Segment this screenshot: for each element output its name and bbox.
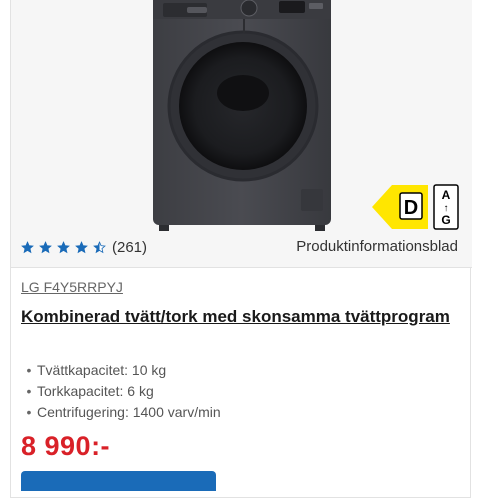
review-count[interactable]: (261) <box>112 239 147 256</box>
product-title[interactable]: Kombinerad tvätt/tork med skonsamma tvät… <box>21 305 451 329</box>
star-full-icon <box>75 240 88 253</box>
star-half-icon <box>93 240 106 253</box>
star-full-icon <box>39 240 52 253</box>
energy-class-letter: D <box>404 197 418 219</box>
spec-item: • Centrifugering: 1400 varv/min <box>21 402 221 423</box>
rating-stars <box>21 240 106 254</box>
product-datasheet-link[interactable]: Produktinformationsblad <box>296 237 458 257</box>
bullet-icon: • <box>26 362 32 378</box>
spec-text: Tvättkapacitet: 10 kg <box>37 362 167 378</box>
price: 8 990:- <box>21 431 111 461</box>
model-number[interactable]: LG F4Y5RRPYJ <box>21 279 123 295</box>
energy-scale-top: A <box>442 188 451 202</box>
bullet-icon: • <box>26 404 32 420</box>
bullet-icon: • <box>26 383 32 399</box>
star-full-icon <box>57 240 70 253</box>
buy-button[interactable] <box>21 471 216 491</box>
rating[interactable]: (261) <box>21 237 147 257</box>
spec-item: • Torkkapacitet: 6 kg <box>21 381 221 402</box>
spec-list: • Tvättkapacitet: 10 kg • Torkkapacitet: 6… <box>21 360 221 423</box>
energy-scale-bottom: G <box>441 213 450 227</box>
product-card[interactable]: D A ↑ G (261) Produktinformationsblad LG… <box>10 0 472 498</box>
energy-label-badge[interactable]: D A ↑ G <box>372 181 466 233</box>
spec-text: Torkkapacitet: 6 kg <box>37 383 154 399</box>
spec-text: Centrifugering: 1400 varv/min <box>37 404 221 420</box>
star-full-icon <box>21 240 34 253</box>
spec-item: • Tvättkapacitet: 10 kg <box>21 360 221 381</box>
